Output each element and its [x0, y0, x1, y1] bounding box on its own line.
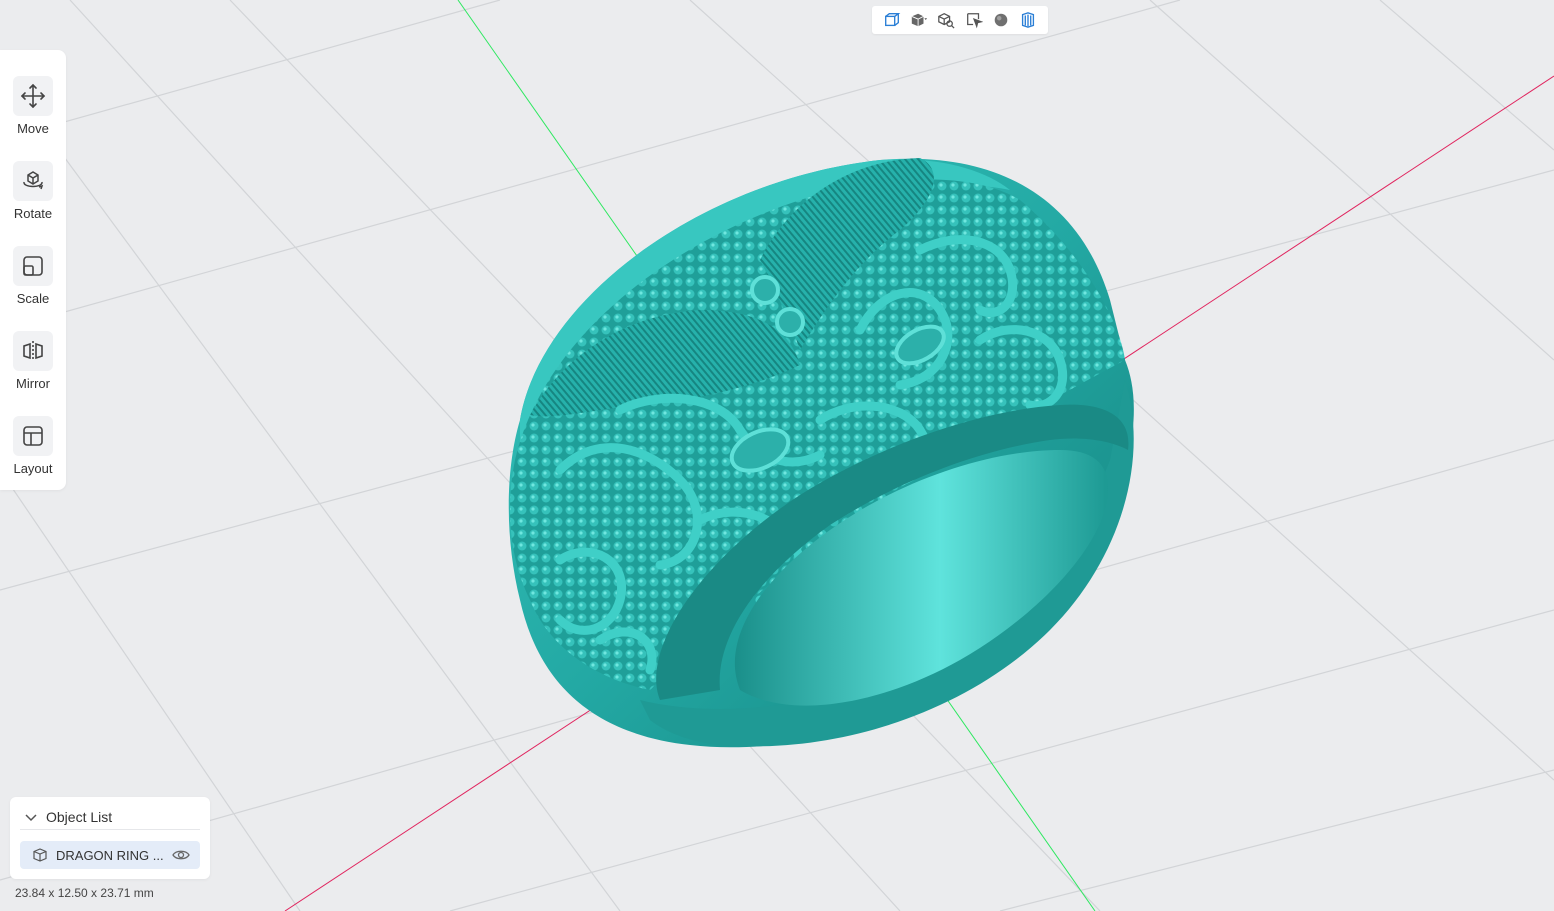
rotate-icon — [13, 161, 53, 201]
cube-icon — [33, 848, 47, 862]
shaded-cube-dropdown-icon[interactable] — [908, 9, 930, 31]
view-toolbar — [872, 6, 1048, 34]
section-view-icon[interactable] — [1017, 9, 1039, 31]
object-name: DRAGON RING ... — [56, 847, 164, 863]
object-list-panel: Object List DRAGON RING ... — [10, 797, 210, 879]
mirror-tool-button[interactable]: Mirror — [0, 328, 66, 408]
scale-icon — [13, 246, 53, 286]
scale-label: Scale — [16, 291, 50, 306]
scale-tool-button[interactable]: Scale — [0, 243, 66, 323]
select-region-icon[interactable] — [963, 9, 985, 31]
zoom-fit-icon[interactable] — [935, 9, 957, 31]
view-cube-icon[interactable] — [881, 9, 903, 31]
eye-icon[interactable] — [172, 846, 190, 864]
model-dimensions: 23.84 x 12.50 x 23.71 mm — [15, 886, 154, 900]
mirror-icon — [13, 331, 53, 371]
rotate-tool-button[interactable]: Rotate — [0, 158, 66, 238]
rotate-label: Rotate — [13, 206, 53, 221]
tool-panel: Move Rotate Scale Mirror Layout — [0, 50, 66, 490]
move-icon — [13, 76, 53, 116]
mirror-label: Mirror — [16, 376, 50, 391]
sphere-material-icon[interactable] — [990, 9, 1012, 31]
object-list-item[interactable]: DRAGON RING ... — [20, 841, 200, 869]
layout-tool-button[interactable]: Layout — [0, 413, 66, 493]
ring-model — [508, 158, 1134, 748]
layout-icon — [13, 416, 53, 456]
object-list-header[interactable]: Object List — [20, 805, 200, 830]
move-label: Move — [17, 121, 49, 136]
3d-viewport[interactable] — [0, 0, 1554, 911]
move-tool-button[interactable]: Move — [0, 73, 66, 153]
chevron-down-icon — [25, 814, 37, 822]
object-list-title: Object List — [46, 809, 113, 825]
layout-label: Layout — [13, 461, 53, 476]
